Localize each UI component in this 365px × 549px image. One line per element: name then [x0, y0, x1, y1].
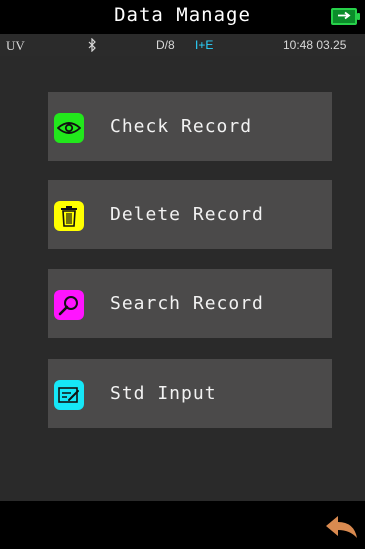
delete-record-label: Delete Record: [110, 204, 264, 225]
bluetooth-icon: [88, 37, 97, 55]
device-screen: Data Manage UV D/8 I+E 10:48 03.25 Check…: [0, 0, 365, 549]
title-bar: Data Manage: [0, 0, 365, 34]
menu-area: Check Record Delete Record Search Record…: [0, 56, 365, 501]
search-record-button[interactable]: Search Record: [48, 269, 332, 338]
eye-icon: [54, 113, 84, 143]
check-record-button[interactable]: Check Record: [48, 92, 332, 161]
input-card-icon: [54, 380, 84, 410]
illumination-indicator: I+E: [195, 38, 214, 52]
check-record-label: Check Record: [110, 116, 253, 137]
std-input-label: Std Input: [110, 383, 217, 404]
clock: 10:48 03.25: [283, 38, 347, 52]
search-record-label: Search Record: [110, 293, 264, 314]
footer-bar: [0, 501, 365, 549]
std-input-button[interactable]: Std Input: [48, 359, 332, 428]
mode-indicator: UV: [6, 38, 25, 53]
trash-icon: [54, 201, 84, 231]
status-bar: UV D/8 I+E 10:48 03.25: [0, 34, 365, 56]
delete-record-button[interactable]: Delete Record: [48, 180, 332, 249]
back-arrow-icon[interactable]: [323, 513, 359, 541]
geometry-indicator: D/8: [156, 38, 175, 52]
battery-icon: [331, 8, 360, 25]
magnifier-icon: [54, 290, 84, 320]
page-title: Data Manage: [114, 4, 251, 26]
